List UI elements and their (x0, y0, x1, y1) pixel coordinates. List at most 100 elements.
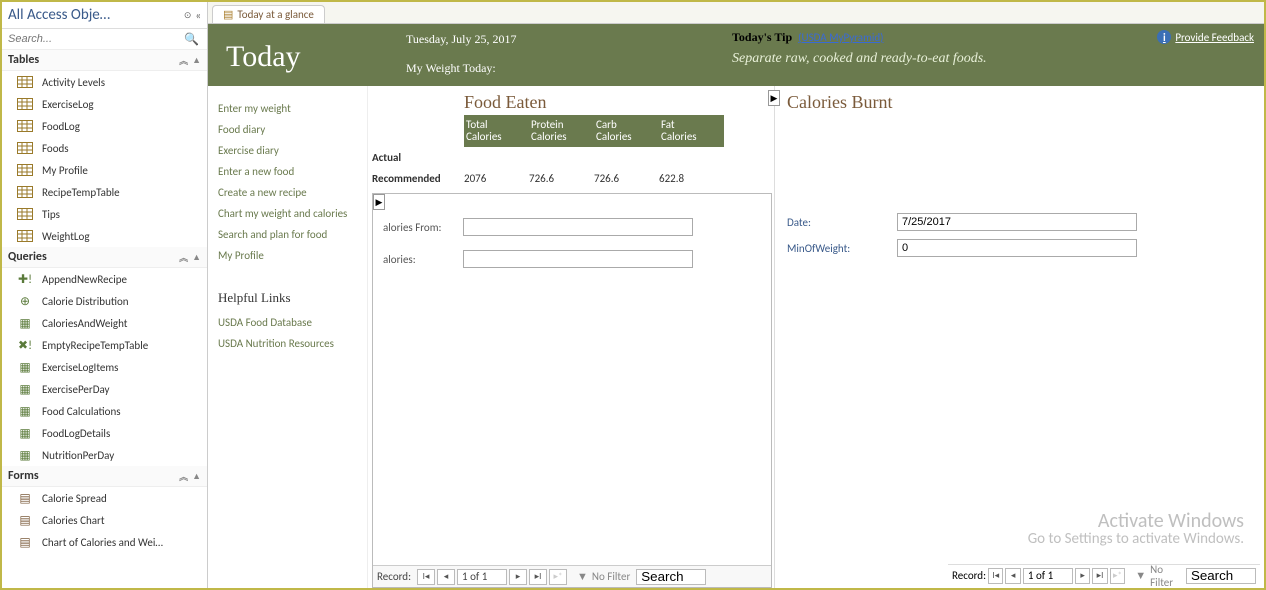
table-icon (16, 185, 34, 199)
action-link[interactable]: Create a new recipe (218, 182, 361, 203)
nav-new-button[interactable]: ▸* (549, 569, 567, 585)
chevron-up-icon: ▲ (192, 471, 201, 482)
food-subform: ▶ alories From: alories: Record: (372, 193, 772, 588)
calories-input[interactable] (463, 250, 693, 268)
nav-table-item[interactable]: Tips (2, 203, 207, 225)
nav-form-item[interactable]: ▤Chart of Calories and Wei… (2, 531, 207, 553)
tip-label: Today's Tip (732, 30, 792, 45)
navigation-pane: All Access Obje… ⊙ « 🔍 Tables ︽ ▲ Activi… (2, 2, 208, 588)
header-date: Tuesday, July 25, 2017 (406, 32, 732, 47)
date-input[interactable] (897, 213, 1137, 231)
action-link[interactable]: Food diary (218, 119, 361, 140)
provide-feedback-link[interactable]: i Provide Feedback (1157, 30, 1254, 44)
nav-table-item[interactable]: Foods (2, 137, 207, 159)
nav-first-button[interactable]: I◂ (417, 569, 435, 585)
column-header: CarbCalories (594, 119, 659, 143)
nav-group-forms[interactable]: Forms ︽ ▲ (2, 466, 207, 487)
query-icon: ▦ (16, 360, 34, 374)
main-record-nav: Record: I◂ ◂ 1 of 1 ▸ ▸I ▸* ▼No Filter (948, 564, 1260, 586)
nav-pane-title: All Access Obje… (8, 6, 180, 24)
nav-query-item[interactable]: ⊕Calorie Distribution (2, 290, 207, 312)
table-icon (16, 207, 34, 221)
column-header: FatCalories (659, 119, 724, 143)
nav-dropdown-icon[interactable]: ⊙ (184, 10, 192, 21)
query-icon: ✚! (16, 272, 34, 286)
action-link[interactable]: Enter my weight (218, 98, 361, 119)
filter-icon: ▼ (577, 570, 588, 583)
nav-form-item[interactable]: ▤Calorie Spread (2, 487, 207, 509)
chevron-up-icon: ︽ (179, 470, 188, 483)
action-link[interactable]: Enter a new food (218, 161, 361, 182)
filter-indicator[interactable]: ▼No Filter (1135, 563, 1180, 589)
form-icon: ▤ (16, 535, 34, 549)
nav-query-item[interactable]: ▦ExerciseLogItems (2, 356, 207, 378)
table-icon (16, 141, 34, 155)
record-search-input[interactable] (636, 569, 706, 585)
nav-query-item[interactable]: ✖!EmptyRecipeTempTable (2, 334, 207, 356)
nav-search-input[interactable] (6, 31, 184, 47)
nav-group-queries[interactable]: Queries ︽ ▲ (2, 247, 207, 268)
nav-query-item[interactable]: ▦NutritionPerDay (2, 444, 207, 466)
action-link[interactable]: My Profile (218, 245, 361, 266)
search-icon[interactable]: 🔍 (184, 32, 199, 47)
nav-next-button[interactable]: ▸ (1075, 568, 1090, 584)
record-position[interactable]: 1 of 1 (1023, 568, 1073, 584)
nav-query-item[interactable]: ✚!AppendNewRecipe (2, 268, 207, 290)
form-icon: ▤ (223, 8, 233, 21)
filter-icon: ▼ (1135, 569, 1146, 582)
nav-query-item[interactable]: ▦FoodLogDetails (2, 422, 207, 444)
subform-expand-right[interactable]: ▶ (373, 194, 385, 210)
calories-from-input[interactable] (463, 218, 693, 236)
query-icon: ▦ (16, 404, 34, 418)
subform-record-nav: Record: I◂ ◂ 1 of 1 ▸ ▸I ▸* ▼No Filter (373, 565, 771, 587)
nav-collapse-icon[interactable]: « (195, 9, 201, 22)
nav-table-item[interactable]: WeightLog (2, 225, 207, 247)
calories-label: alories: (383, 253, 463, 266)
nav-last-button[interactable]: ▸I (1092, 568, 1107, 584)
filter-indicator[interactable]: ▼No Filter (577, 570, 630, 583)
nav-new-button[interactable]: ▸* (1110, 568, 1125, 584)
nav-next-button[interactable]: ▸ (509, 569, 527, 585)
record-search-input[interactable] (1186, 568, 1256, 584)
nav-prev-button[interactable]: ◂ (1005, 568, 1020, 584)
nav-first-button[interactable]: I◂ (988, 568, 1003, 584)
helpful-link[interactable]: USDA Nutrition Resources (218, 333, 361, 354)
windows-activation-watermark: Activate Windows Go to Settings to activ… (1028, 512, 1244, 548)
action-link[interactable]: Exercise diary (218, 140, 361, 161)
query-icon: ▦ (16, 448, 34, 462)
query-icon: ▦ (16, 382, 34, 396)
query-icon: ⊕ (16, 294, 34, 308)
column-header: TotalCalories (464, 119, 529, 143)
nav-prev-button[interactable]: ◂ (437, 569, 455, 585)
action-link[interactable]: Chart my weight and calories (218, 203, 361, 224)
chevron-up-icon: ︽ (179, 251, 188, 264)
chevron-up-icon: ▲ (192, 55, 201, 66)
nav-table-item[interactable]: ExerciseLog (2, 93, 207, 115)
action-link[interactable]: Search and plan for food (218, 224, 361, 245)
nav-table-item[interactable]: RecipeTempTable (2, 181, 207, 203)
nav-query-item[interactable]: ▦CaloriesAndWeight (2, 312, 207, 334)
tab-today-at-a-glance[interactable]: ▤ Today at a glance (212, 5, 325, 23)
table-icon (16, 75, 34, 89)
record-position[interactable]: 1 of 1 (457, 569, 507, 585)
nav-query-item[interactable]: ▦ExercisePerDay (2, 378, 207, 400)
nav-query-item[interactable]: ▦Food Calculations (2, 400, 207, 422)
form-icon: ▤ (16, 513, 34, 527)
nav-form-item[interactable]: ▤Calories Chart (2, 509, 207, 531)
tip-link[interactable]: (USDA MyPyramid) (798, 31, 883, 44)
food-eaten-columns: TotalCaloriesProteinCaloriesCarbCalories… (464, 115, 724, 147)
header-title: Today (226, 40, 406, 76)
nav-last-button[interactable]: ▸I (529, 569, 547, 585)
recommended-value: 622.8 (659, 172, 724, 185)
chevron-up-icon: ︽ (179, 54, 188, 67)
helpful-link[interactable]: USDA Food Database (218, 312, 361, 333)
right-expand-toggle[interactable]: ▶ (768, 90, 780, 106)
nav-table-item[interactable]: Activity Levels (2, 71, 207, 93)
minofweight-input[interactable] (897, 239, 1137, 257)
table-icon (16, 119, 34, 133)
nav-table-item[interactable]: FoodLog (2, 115, 207, 137)
chevron-up-icon: ▲ (192, 252, 201, 263)
nav-table-item[interactable]: My Profile (2, 159, 207, 181)
nav-group-tables[interactable]: Tables ︽ ▲ (2, 50, 207, 71)
table-icon (16, 163, 34, 177)
